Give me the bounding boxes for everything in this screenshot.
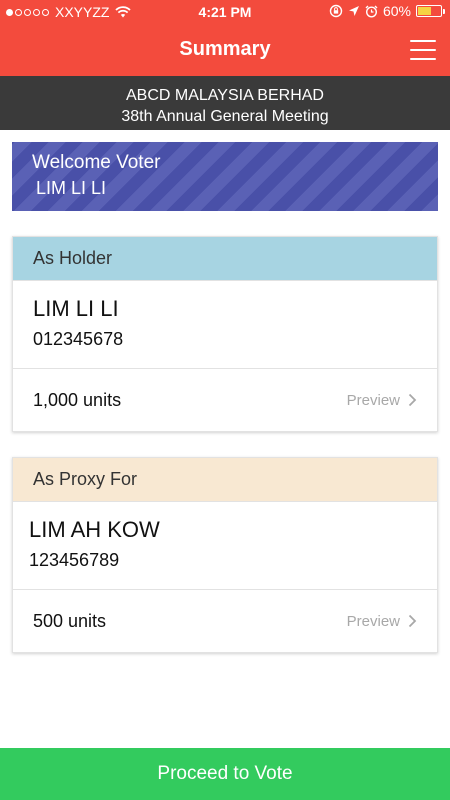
- company-banner: ABCD MALAYSIA BERHAD 38th Annual General…: [0, 76, 450, 130]
- proxy-units: 500 units: [33, 610, 107, 631]
- chevron-right-icon: [408, 393, 417, 407]
- welcome-banner: Welcome Voter LIM LI LI: [12, 142, 438, 211]
- proxy-name: LIM AH KOW: [29, 517, 160, 542]
- chevron-right-icon: [408, 614, 417, 628]
- welcome-title: Welcome Voter: [32, 152, 161, 173]
- rotation-lock-icon: [329, 4, 343, 18]
- proxy-preview-link[interactable]: Preview: [347, 613, 417, 630]
- battery-percent: 60%: [382, 3, 411, 19]
- status-right: 60%: [329, 3, 445, 19]
- battery-icon: [416, 5, 445, 17]
- app-header: XXYYZZ 4:21 PM 60% Summary: [0, 0, 450, 76]
- location-arrow-icon: [348, 6, 359, 16]
- holder-preview-link[interactable]: Preview: [347, 392, 417, 409]
- company-name: ABCD MALAYSIA BERHAD: [126, 87, 324, 104]
- page-title: Summary: [179, 38, 271, 60]
- holder-details: LIM LI LI 012345678: [13, 281, 437, 369]
- holder-units-row[interactable]: 1,000 units Preview: [13, 369, 437, 431]
- hamburger-menu-icon[interactable]: [410, 40, 436, 60]
- proxy-details: LIM AH KOW 123456789: [13, 502, 437, 590]
- holder-card-header: As Holder: [13, 237, 437, 281]
- proxy-card-header: As Proxy For: [13, 458, 437, 502]
- holder-units: 1,000 units: [33, 389, 122, 410]
- proxy-units-row[interactable]: 500 units Preview: [13, 590, 437, 652]
- proxy-id: 123456789: [29, 550, 120, 570]
- alarm-clock-icon: [365, 5, 378, 18]
- preview-label: Preview: [346, 391, 400, 409]
- proxy-card: As Proxy For LIM AH KOW 123456789 500 un…: [12, 457, 438, 653]
- holder-name: LIM LI LI: [33, 296, 119, 321]
- status-bar: XXYYZZ 4:21 PM 60%: [0, 0, 450, 24]
- voter-name: LIM LI LI: [36, 178, 107, 198]
- meeting-name: 38th Annual General Meeting: [121, 108, 329, 125]
- preview-label: Preview: [346, 612, 400, 630]
- holder-id: 012345678: [33, 329, 124, 349]
- battery-level-fill: [418, 7, 432, 15]
- holder-card: As Holder LIM LI LI 012345678 1,000 unit…: [12, 236, 438, 432]
- proceed-to-vote-button[interactable]: Proceed to Vote: [0, 748, 450, 800]
